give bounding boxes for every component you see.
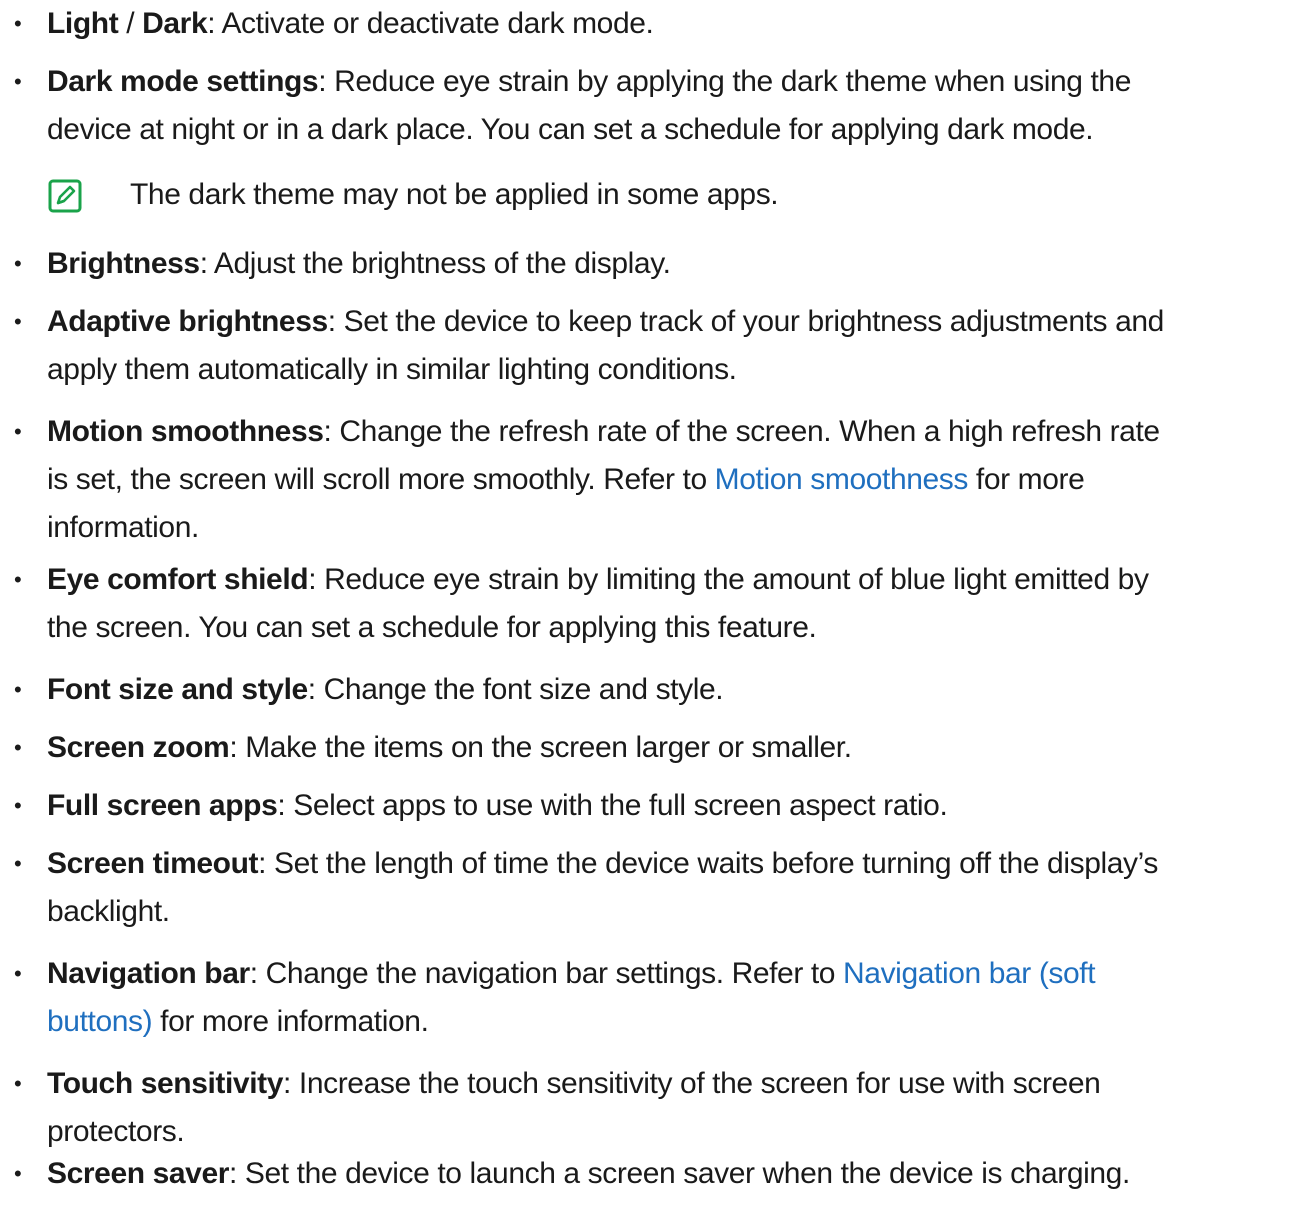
description-text: apply them automatically in similar ligh… (47, 353, 737, 386)
list-item-text: Motion smoothness: Change the refresh ra… (47, 408, 1302, 552)
description-text: : Set the device to launch a screen save… (229, 1157, 1130, 1190)
bullet-dot: • (14, 567, 22, 592)
term-label: Light (47, 7, 119, 40)
text-line: information. (47, 504, 1302, 552)
description-text: is set, the screen will scroll more smoo… (47, 463, 715, 496)
term-label: Screen zoom (47, 731, 230, 764)
text-line: buttons) for more information. (47, 998, 1302, 1046)
term-label: Screen saver (47, 1157, 230, 1190)
description-text: : Set the device to keep track of your b… (327, 305, 1165, 338)
text-line: Full screen apps: Select apps to use wit… (47, 782, 1302, 830)
term-label: Full screen apps (47, 789, 278, 822)
cross-reference-link[interactable]: Navigation bar (soft (843, 957, 1096, 990)
list-item-text: Adaptive brightness: Set the device to k… (47, 298, 1302, 394)
bullet-dot: • (14, 69, 22, 94)
description-text: protectors. (47, 1115, 185, 1148)
text-line: Motion smoothness: Change the refresh ra… (47, 408, 1302, 456)
text-line: Screen zoom: Make the items on the scree… (47, 724, 1302, 772)
description-text: : Make the items on the screen larger or… (229, 731, 852, 764)
description-text: backlight. (47, 895, 170, 928)
text-line: Eye comfort shield: Reduce eye strain by… (47, 556, 1302, 604)
list-item-text: Eye comfort shield: Reduce eye strain by… (47, 556, 1302, 652)
term-separator: / (118, 7, 143, 40)
bullet-dot: • (14, 1161, 22, 1186)
document-page: • Light / Dark: Activate or deactivate da… (0, 0, 1302, 1216)
list-item-text: Light / Dark: Activate or deactivate dar… (47, 0, 1302, 48)
bullet-dot: • (14, 677, 22, 702)
description-text: : Change the navigation bar settings. Re… (249, 957, 844, 990)
text-line: Dark mode settings: Reduce eye strain by… (47, 58, 1302, 106)
list-item-text: Navigation bar: Change the navigation ba… (47, 950, 1302, 1046)
description-text: : Select apps to use with the full scree… (277, 789, 948, 822)
term-label: Dark (142, 7, 208, 40)
term-label: Brightness (47, 247, 200, 280)
term-label: Navigation bar (47, 957, 250, 990)
cross-reference-link[interactable]: buttons) (47, 1005, 153, 1038)
list-item-text: Screen timeout: Set the length of time t… (47, 840, 1302, 936)
text-line: the screen. You can set a schedule for a… (47, 604, 1302, 652)
list-item-text: Full screen apps: Select apps to use wit… (47, 782, 1302, 830)
bullet-dot: • (14, 251, 22, 276)
description-text: : Activate or deactivate dark mode. (207, 7, 654, 40)
description-text: : Adjust the brightness of the display. (199, 247, 671, 280)
text-line: Adaptive brightness: Set the device to k… (47, 298, 1302, 346)
description-text: : Reduce eye strain by applying the dark… (318, 65, 1131, 98)
bullet-dot: • (14, 851, 22, 876)
description-text: for more information. (152, 1005, 429, 1038)
text-line: Brightness: Adjust the brightness of the… (47, 240, 1302, 288)
bullet-dot: • (14, 419, 22, 444)
text-line: Screen saver: Set the device to launch a… (47, 1150, 1302, 1198)
text-line: Font size and style: Change the font siz… (47, 666, 1302, 714)
term-label: Screen timeout (47, 847, 259, 880)
text-line: is set, the screen will scroll more smoo… (47, 456, 1302, 504)
term-label: Font size and style (47, 673, 308, 706)
description-text: the screen. You can set a schedule for a… (47, 611, 817, 644)
list-item-text: Screen zoom: Make the items on the scree… (47, 724, 1302, 772)
description-text: : Set the length of time the device wait… (258, 847, 1158, 880)
text-line: protectors. (47, 1108, 1302, 1156)
bullet-dot: • (14, 961, 22, 986)
description-text: device at night or in a dark place. You … (47, 113, 1094, 146)
bullet-dot: • (14, 1071, 22, 1096)
text-line: Light / Dark: Activate or deactivate dar… (47, 0, 1302, 48)
text-line: apply them automatically in similar ligh… (47, 346, 1302, 394)
description-text: information. (47, 511, 199, 544)
text-line: Screen timeout: Set the length of time t… (47, 840, 1302, 888)
text-line: device at night or in a dark place. You … (47, 106, 1302, 154)
text-line: Touch sensitivity: Increase the touch se… (47, 1060, 1302, 1108)
list-item-text: Font size and style: Change the font siz… (47, 666, 1302, 714)
term-label: Dark mode settings (47, 65, 319, 98)
list-item-text: Dark mode settings: Reduce eye strain by… (47, 58, 1302, 154)
bullet-dot: • (14, 735, 22, 760)
list-item-text: Touch sensitivity: Increase the touch se… (47, 1060, 1302, 1156)
text-line: Navigation bar: Change the navigation ba… (47, 950, 1302, 998)
bullet-dot: • (14, 11, 22, 36)
note-text: The dark theme may not be applied in som… (130, 178, 779, 211)
term-label: Eye comfort shield (47, 563, 309, 596)
term-label: Touch sensitivity (47, 1067, 284, 1100)
description-text: for more (968, 463, 1085, 496)
term-label: Adaptive brightness (47, 305, 328, 338)
term-label: Motion smoothness (47, 415, 324, 448)
description-text: : Change the font size and style. (307, 673, 724, 706)
description-text: : Change the refresh rate of the screen.… (323, 415, 1161, 448)
note-pencil-icon (48, 179, 82, 213)
description-text: : Reduce eye strain by limiting the amou… (308, 563, 1149, 596)
list-item-text: Screen saver: Set the device to launch a… (47, 1150, 1302, 1198)
cross-reference-link[interactable]: Motion smoothness (715, 463, 969, 496)
description-text: : Increase the touch sensitivity of the … (283, 1067, 1101, 1100)
bullet-dot: • (14, 309, 22, 334)
list-item-text: Brightness: Adjust the brightness of the… (47, 240, 1302, 288)
bullet-dot: • (14, 793, 22, 818)
text-line: backlight. (47, 888, 1302, 936)
